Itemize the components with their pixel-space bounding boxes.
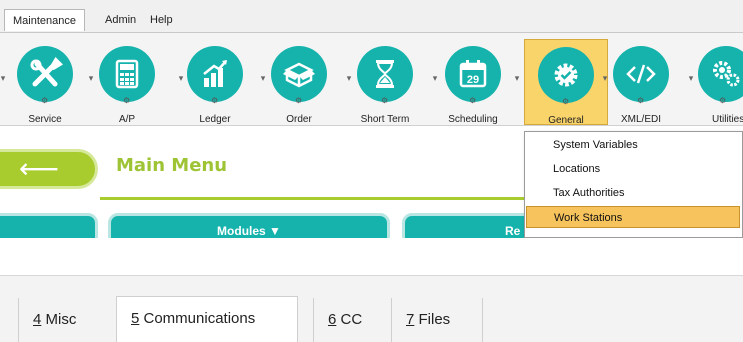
small-gear-icon: ⚙	[123, 96, 131, 105]
dropdown-item-locations[interactable]: Locations	[526, 158, 740, 180]
separator-band	[0, 238, 743, 275]
ribbon-label-service: Service	[28, 114, 62, 125]
ribbon-dropdown-arrow[interactable]: ▾	[512, 73, 522, 83]
ribbon-dropdown-arrow[interactable]: ▾	[686, 73, 696, 83]
calculator-icon	[99, 46, 155, 102]
menu-tab-maintenance[interactable]: Maintenance	[4, 9, 85, 31]
code-icon	[613, 46, 669, 102]
dropdown-item-system-variables[interactable]: System Variables	[526, 134, 740, 156]
dropdown-item-tax-authorities[interactable]: Tax Authorities	[526, 182, 740, 204]
ribbon-button-short-term[interactable]: ⚙ Short Term	[352, 39, 418, 125]
ribbon-label-ledger: Ledger	[199, 114, 231, 125]
back-button[interactable]: ⟵	[0, 149, 98, 189]
ribbon-dropdown-arrow[interactable]: ▾	[0, 73, 8, 83]
small-gear-icon: ⚙	[719, 96, 727, 105]
ribbon-button-xml-edi[interactable]: ⚙ XML/EDI	[608, 39, 674, 125]
menu-bar: Maintenance Admin Help	[0, 0, 743, 32]
tab-files[interactable]: 7 Files	[391, 298, 483, 342]
calendar-day-text: 29	[467, 74, 479, 86]
ribbon-label-order: Order	[286, 114, 312, 125]
small-gear-icon: ⚙	[562, 97, 570, 106]
small-gear-icon: ⚙	[211, 96, 219, 105]
tab-label: CC	[336, 311, 363, 328]
ribbon-label-short-term: Short Term	[360, 114, 410, 125]
tab-misc[interactable]: 4 Misc	[18, 298, 100, 342]
tab-communications[interactable]: 5 Communications	[116, 296, 298, 342]
gears-icon	[698, 46, 743, 102]
tab-label: Communications	[139, 310, 256, 327]
ribbon-label-utilities: Utilities	[712, 114, 743, 125]
small-gear-icon: ⚙	[637, 96, 645, 105]
module-button-left[interactable]	[0, 213, 98, 238]
page-title: Main Menu	[116, 155, 228, 176]
tab-label: Files	[414, 311, 451, 328]
ribbon-label-general: General	[548, 115, 584, 126]
small-gear-icon: ⚙	[469, 96, 477, 105]
app-screenshot-top: Maintenance Admin Help ▾ ⚙ Service ▾ ⚙ A…	[0, 0, 743, 238]
back-arrow-icon: ⟵	[18, 153, 60, 184]
bar-chart-icon	[187, 46, 243, 102]
ribbon-button-ledger[interactable]: ⚙ Ledger	[182, 39, 248, 125]
ribbon-button-service[interactable]: ⚙ Service	[12, 39, 78, 125]
ribbon-label-scheduling: Scheduling	[448, 114, 498, 125]
small-gear-icon: ⚙	[381, 96, 389, 105]
modules-dropdown-button[interactable]: Modules ▼	[108, 213, 390, 238]
tab-cc[interactable]: 6 CC	[313, 298, 387, 342]
ribbon-button-ap[interactable]: ⚙ A/P	[94, 39, 160, 125]
gear-check-icon	[538, 47, 594, 103]
ribbon-button-utilities[interactable]: ⚙ Utilities	[698, 39, 743, 125]
ribbon-toolbar: ▾ ⚙ Service ▾ ⚙ A/P ▾ ⚙ Ledger ▾ ⚙ Order…	[0, 32, 743, 126]
calendar-icon: 29	[445, 46, 501, 102]
menu-tab-help[interactable]: Help	[142, 9, 181, 31]
open-box-icon	[271, 46, 327, 102]
ribbon-button-scheduling[interactable]: 29 ⚙ Scheduling	[438, 39, 508, 125]
bottom-tab-strip: 4 Misc 5 Communications 6 CC 7 Files	[0, 275, 743, 342]
menu-tab-admin[interactable]: Admin	[97, 9, 144, 31]
wrench-screwdriver-icon	[17, 46, 73, 102]
general-dropdown-menu: System Variables Locations Tax Authoriti…	[524, 131, 743, 238]
ribbon-button-general[interactable]: ⚙ General	[524, 39, 608, 126]
small-gear-icon: ⚙	[295, 96, 303, 105]
ribbon-label-xml-edi: XML/EDI	[620, 114, 661, 125]
hourglass-icon	[357, 46, 413, 102]
ribbon-label-ap: A/P	[118, 114, 136, 125]
small-gear-icon: ⚙	[41, 96, 49, 105]
ribbon-button-order[interactable]: ⚙ Order	[266, 39, 332, 125]
dropdown-item-work-stations[interactable]: Work Stations	[526, 206, 740, 228]
tab-label: Misc	[41, 311, 77, 328]
